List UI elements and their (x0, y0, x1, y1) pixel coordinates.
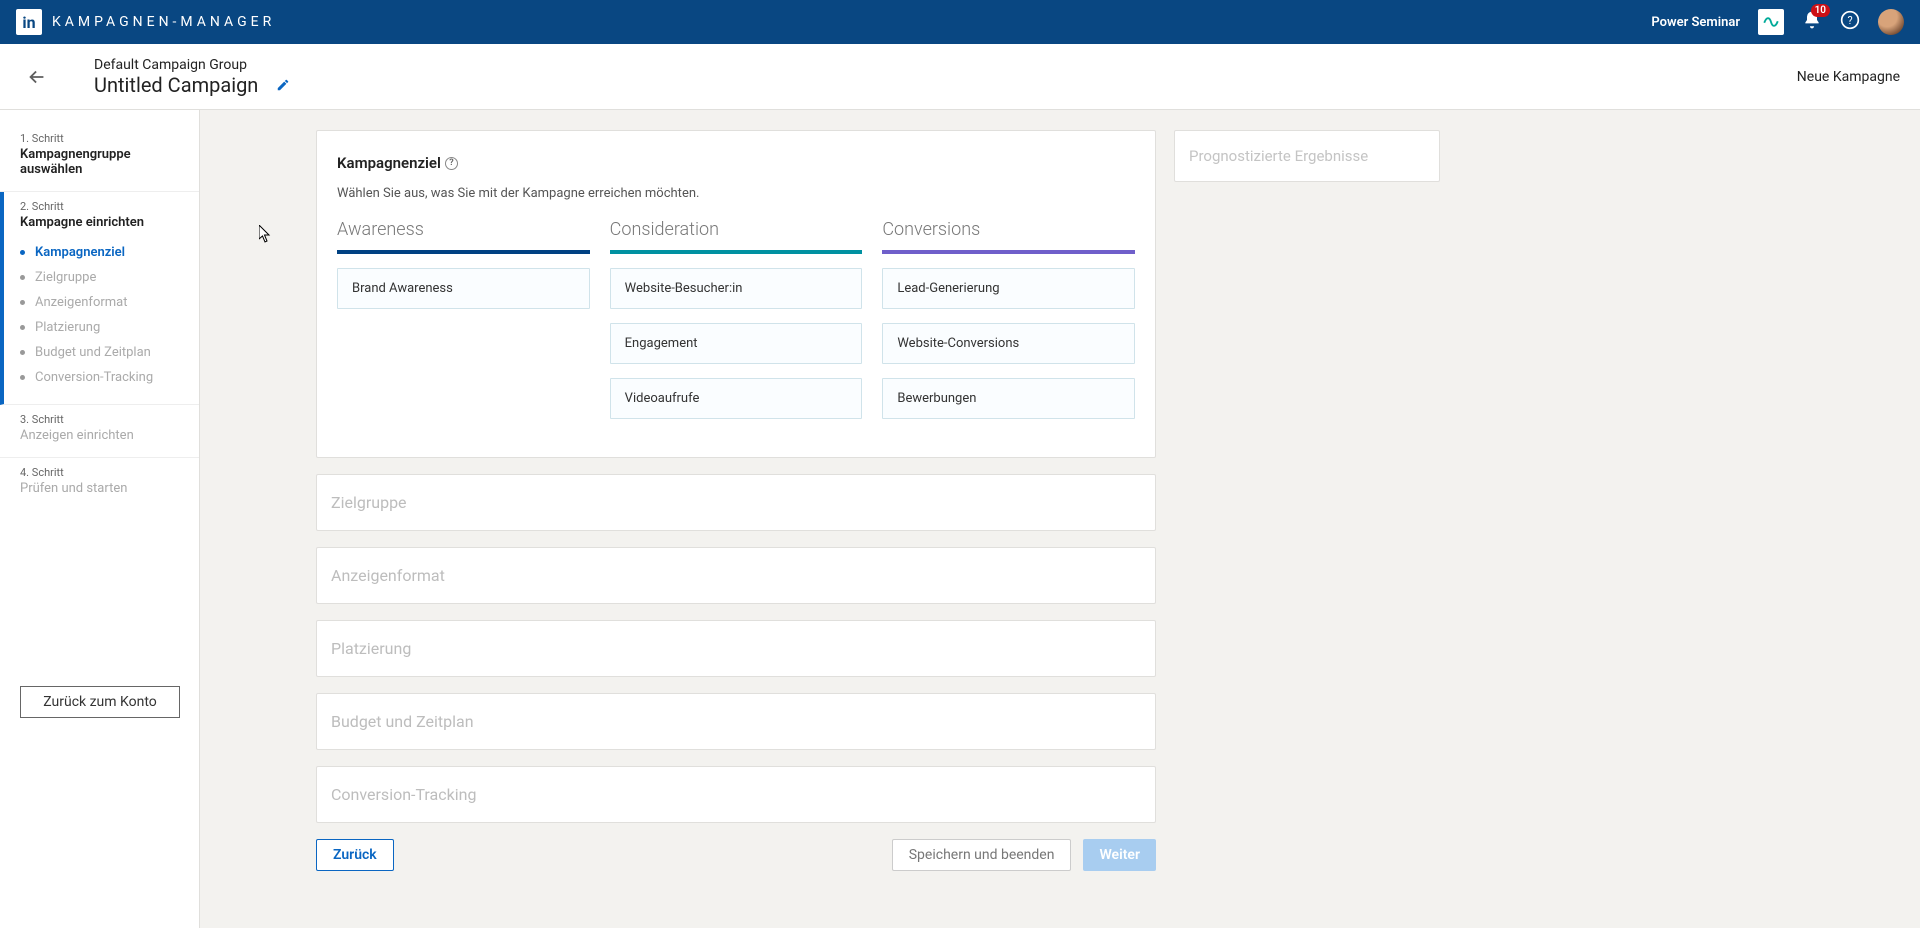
subheader: Default Campaign Group Untitled Campaign… (0, 44, 1920, 110)
objective-card: Kampagnenziel ? Wählen Sie aus, was Sie … (316, 130, 1156, 458)
step-2-substeps: Kampagnenziel Zielgruppe Anzeigenformat … (20, 240, 179, 390)
option-job-applicants[interactable]: Bewerbungen (882, 378, 1135, 419)
topbar-right: Power Seminar 10 ? (1651, 9, 1904, 35)
budget-collapsed-card[interactable]: Budget und Zeitplan (316, 693, 1156, 750)
substep-conversion[interactable]: Conversion-Tracking (20, 365, 179, 390)
substep-format[interactable]: Anzeigenformat (20, 290, 179, 315)
step-4-title: Prüfen und starten (20, 481, 179, 496)
option-website-conversions[interactable]: Website-Conversions (882, 323, 1135, 364)
help-button[interactable]: ? (1840, 10, 1860, 34)
conversions-column: Conversions Lead-Generierung Website-Con… (882, 219, 1135, 433)
conversion-collapsed-card[interactable]: Conversion-Tracking (316, 766, 1156, 823)
consideration-column: Consideration Website-Besucher:in Engage… (610, 219, 863, 433)
option-lead-gen[interactable]: Lead-Generierung (882, 268, 1135, 309)
edit-name-button[interactable] (276, 73, 290, 97)
topbar-left: in KAMPAGNEN-MANAGER (16, 9, 275, 35)
forecast-card: Prognostizierte Ergebnisse (1174, 130, 1440, 182)
substep-budget[interactable]: Budget und Zeitplan (20, 340, 179, 365)
step-3-label: 3. Schritt (20, 413, 179, 426)
notifications-badge: 10 (1811, 4, 1830, 17)
footer-buttons: Zurück Speichern und beenden Weiter (316, 839, 1156, 871)
topbar: in KAMPAGNEN-MANAGER Power Seminar 10 ? (0, 0, 1920, 44)
next-button[interactable]: Weiter (1083, 839, 1156, 871)
notifications-button[interactable]: 10 (1802, 10, 1822, 34)
step-1-title: Kampagnengruppe auswählen (20, 147, 179, 177)
step-4-label: 4. Schritt (20, 466, 179, 479)
campaign-group-name[interactable]: Default Campaign Group (94, 57, 290, 73)
option-brand-awareness[interactable]: Brand Awareness (337, 268, 590, 309)
substep-objective[interactable]: Kampagnenziel (20, 240, 179, 265)
substep-audience[interactable]: Zielgruppe (20, 265, 179, 290)
breadcrumb: Default Campaign Group Untitled Campaign (94, 57, 290, 97)
awareness-title: Awareness (337, 219, 590, 250)
consideration-bar (610, 250, 863, 254)
campaign-name: Untitled Campaign (94, 73, 258, 97)
header-right-label: Neue Kampagne (1797, 69, 1900, 85)
substep-format-label: Anzeigenformat (35, 295, 128, 310)
step-3-title: Anzeigen einrichten (20, 428, 179, 443)
substep-placement-label: Platzierung (35, 320, 100, 335)
save-exit-button[interactable]: Speichern und beenden (892, 839, 1072, 871)
steps-sidebar: 1. Schritt Kampagnengruppe auswählen 2. … (0, 110, 200, 928)
objective-columns: Awareness Brand Awareness Consideration … (337, 219, 1135, 433)
step-2-label: 2. Schritt (20, 200, 179, 213)
objective-subtitle: Wählen Sie aus, was Sie mit der Kampagne… (337, 186, 1135, 201)
account-logo-icon[interactable] (1758, 9, 1784, 35)
pencil-icon (276, 78, 290, 92)
step-4[interactable]: 4. Schritt Prüfen und starten (0, 458, 199, 510)
question-circle-icon: ? (1840, 10, 1860, 30)
option-video-views[interactable]: Videoaufrufe (610, 378, 863, 419)
user-avatar[interactable] (1878, 9, 1904, 35)
substep-conversion-label: Conversion-Tracking (35, 370, 153, 385)
back-to-account-button[interactable]: Zurück zum Konto (20, 686, 180, 718)
step-2-title: Kampagne einrichten (20, 215, 179, 230)
conversions-title: Conversions (882, 219, 1135, 250)
option-website-visits[interactable]: Website-Besucher:in (610, 268, 863, 309)
help-icon[interactable]: ? (445, 157, 458, 170)
step-2[interactable]: 2. Schritt Kampagne einrichten Kampagnen… (0, 192, 199, 405)
placement-collapsed-card[interactable]: Platzierung (316, 620, 1156, 677)
awareness-bar (337, 250, 590, 254)
arrow-left-icon (26, 66, 48, 88)
main-area: Kampagnenziel ? Wählen Sie aus, was Sie … (200, 110, 1920, 928)
svg-text:?: ? (1847, 14, 1852, 27)
format-collapsed-card[interactable]: Anzeigenformat (316, 547, 1156, 604)
substep-objective-label: Kampagnenziel (35, 245, 125, 260)
step-3[interactable]: 3. Schritt Anzeigen einrichten (0, 405, 199, 458)
substep-placement[interactable]: Platzierung (20, 315, 179, 340)
substep-budget-label: Budget und Zeitplan (35, 345, 151, 360)
account-name[interactable]: Power Seminar (1651, 15, 1740, 30)
step-1[interactable]: 1. Schritt Kampagnengruppe auswählen (0, 124, 199, 192)
option-engagement[interactable]: Engagement (610, 323, 863, 364)
step-1-label: 1. Schritt (20, 132, 179, 145)
awareness-column: Awareness Brand Awareness (337, 219, 590, 433)
objective-card-title: Kampagnenziel ? (337, 154, 458, 172)
cursor-icon (259, 225, 271, 243)
audience-collapsed-card[interactable]: Zielgruppe (316, 474, 1156, 531)
right-column: Prognostizierte Ergebnisse (1174, 130, 1440, 928)
objective-title-text: Kampagnenziel (337, 154, 441, 172)
substep-audience-label: Zielgruppe (35, 270, 96, 285)
center-column: Kampagnenziel ? Wählen Sie aus, was Sie … (316, 130, 1156, 928)
app-title: KAMPAGNEN-MANAGER (52, 14, 275, 30)
back-arrow-button[interactable] (20, 60, 54, 94)
conversions-bar (882, 250, 1135, 254)
linkedin-logo-icon[interactable]: in (16, 9, 42, 35)
consideration-title: Consideration (610, 219, 863, 250)
back-button[interactable]: Zurück (316, 839, 394, 871)
